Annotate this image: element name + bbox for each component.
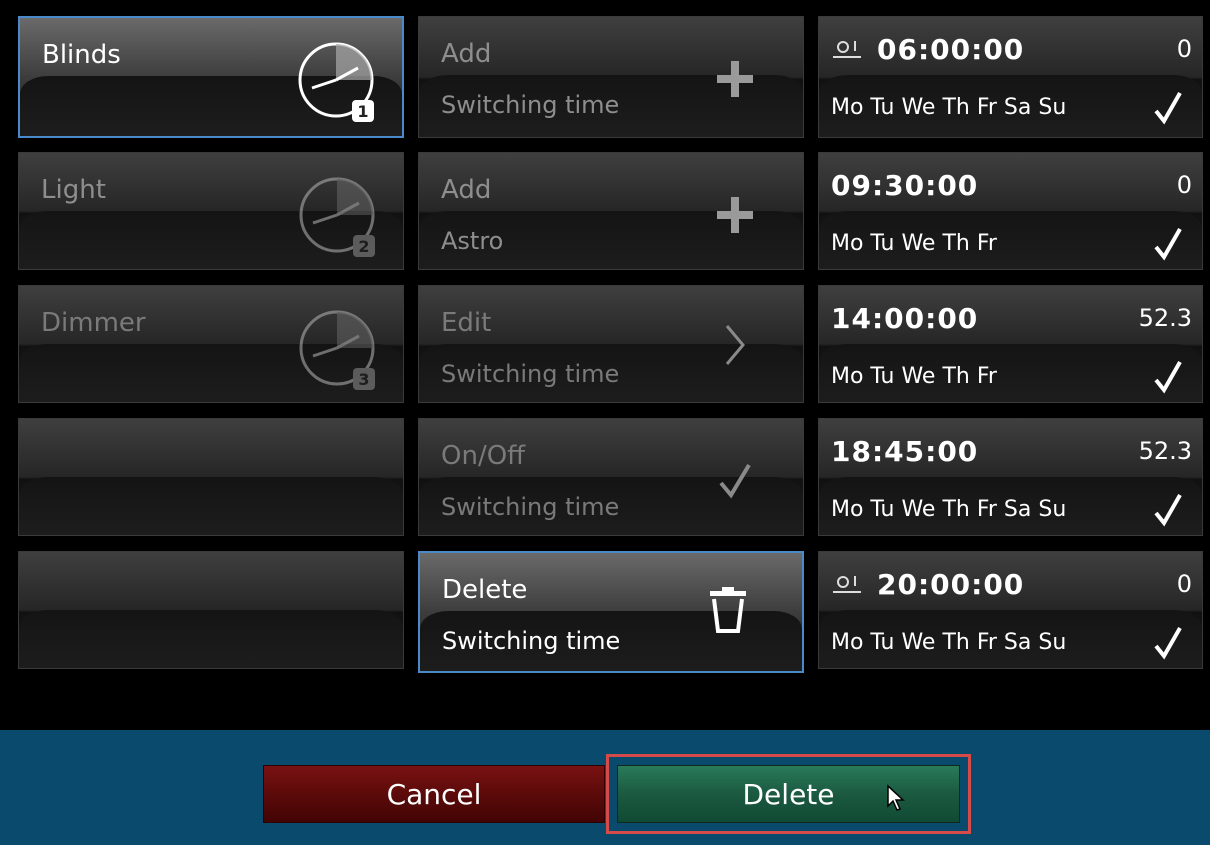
- plus-icon: [717, 61, 753, 97]
- svg-text:2: 2: [358, 237, 369, 256]
- delete-button[interactable]: Delete: [617, 765, 960, 823]
- edit-switching-time-button[interactable]: Edit Switching time: [418, 285, 804, 403]
- channel-tile-dimmer[interactable]: Dimmer 3: [18, 285, 404, 403]
- schedule-value: 0: [1176, 171, 1192, 199]
- channel-label: Blinds: [42, 40, 121, 70]
- delete-switching-time-button[interactable]: Delete Switching time: [418, 551, 804, 673]
- schedule-time: 20:00:00: [877, 568, 1025, 601]
- check-icon: [1154, 361, 1182, 394]
- svg-text:3: 3: [358, 370, 369, 389]
- schedule-time: 06:00:00: [877, 33, 1025, 66]
- astro-icon: [833, 576, 861, 593]
- schedule-days: Mo Tu We Th Fr Sa Su: [831, 630, 1067, 655]
- schedule-days: Mo Tu We Th Fr: [831, 364, 997, 389]
- schedule-time: 14:00:00: [831, 302, 979, 335]
- action-subtitle: Switching time: [441, 91, 620, 119]
- schedule-entry[interactable]: 06:00:00 0 Mo Tu We Th Fr Sa Su: [818, 16, 1203, 138]
- schedule-time: 09:30:00: [831, 169, 979, 202]
- channel-label: Light: [41, 175, 106, 205]
- channel-tile-light[interactable]: Light 2: [18, 152, 404, 270]
- schedule-entry[interactable]: 14:00:00 52.3 Mo Tu We Th Fr: [818, 285, 1203, 403]
- action-title: Edit: [441, 308, 492, 338]
- trash-icon: [710, 587, 746, 633]
- action-subtitle: Switching time: [441, 360, 620, 388]
- channel-tile-empty[interactable]: [18, 418, 404, 536]
- clock-icon: 3: [299, 310, 375, 390]
- channel-label: Dimmer: [41, 308, 146, 338]
- schedule-entry[interactable]: 18:45:00 52.3 Mo Tu We Th Fr Sa Su: [818, 418, 1203, 536]
- chevron-right-icon: [725, 325, 745, 365]
- action-subtitle: Switching time: [441, 493, 620, 521]
- cancel-button[interactable]: Cancel: [263, 765, 605, 823]
- schedule-days: Mo Tu We Th Fr: [831, 231, 997, 256]
- add-astro-button[interactable]: Add Astro: [418, 152, 804, 270]
- check-icon: [1154, 92, 1182, 125]
- svg-text:1: 1: [357, 102, 368, 121]
- toggle-switching-time-button[interactable]: On/Off Switching time: [418, 418, 804, 536]
- action-title: On/Off: [441, 441, 526, 471]
- action-title: Add: [441, 175, 492, 205]
- schedule-days: Mo Tu We Th Fr Sa Su: [831, 497, 1067, 522]
- astro-icon: [833, 41, 861, 58]
- action-subtitle: Astro: [441, 227, 504, 255]
- action-title: Add: [441, 39, 492, 69]
- add-switching-time-button[interactable]: Add Switching time: [418, 16, 804, 138]
- clock-icon: 1: [298, 42, 374, 122]
- schedule-entry[interactable]: 20:00:00 0 Mo Tu We Th Fr Sa Su: [818, 551, 1203, 669]
- schedule-value: 52.3: [1138, 437, 1192, 465]
- schedule-entry[interactable]: 09:30:00 0 Mo Tu We Th Fr: [818, 152, 1203, 270]
- check-icon: [1154, 228, 1182, 261]
- action-title: Delete: [442, 575, 528, 605]
- action-bar: [0, 730, 1210, 845]
- schedule-days: Mo Tu We Th Fr Sa Su: [831, 95, 1067, 120]
- schedule-value: 0: [1176, 35, 1192, 63]
- channel-tile-empty[interactable]: [18, 551, 404, 669]
- schedule-value: 0: [1176, 570, 1192, 598]
- check-icon: [1154, 627, 1182, 660]
- clock-icon: 2: [299, 177, 375, 257]
- channel-tile-blinds[interactable]: Blinds 1: [18, 16, 404, 138]
- check-icon: [1154, 494, 1182, 527]
- plus-icon: [717, 197, 753, 233]
- check-icon: [719, 463, 751, 499]
- schedule-value: 52.3: [1138, 304, 1192, 332]
- mouse-cursor-icon: [887, 784, 905, 811]
- schedule-time: 18:45:00: [831, 435, 979, 468]
- action-subtitle: Switching time: [442, 627, 621, 655]
